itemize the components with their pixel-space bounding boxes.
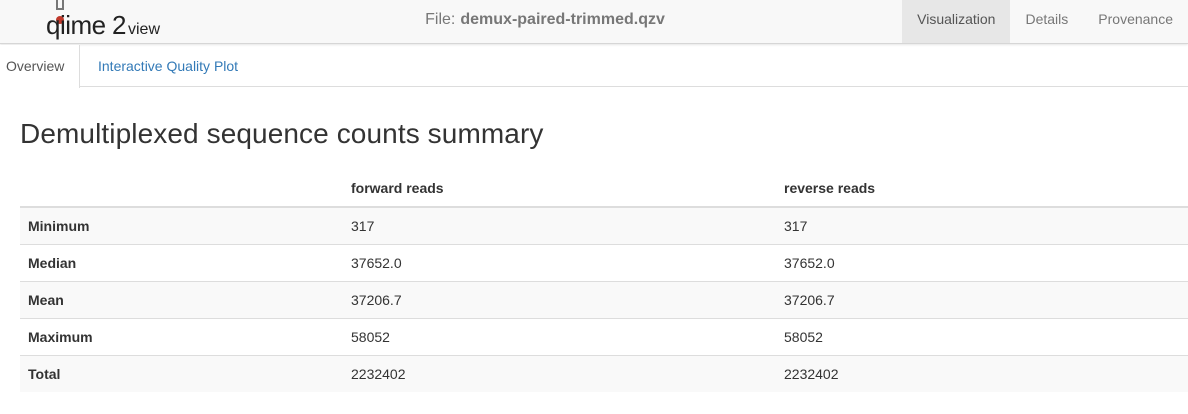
table-row: Median 37652.0 37652.0 [20,243,1188,281]
cell-forward-total: 2232402 [343,354,776,392]
cell-forward-mean: 37206.7 [343,280,776,318]
file-name: demux-paired-trimmed.qzv [460,11,665,28]
cell-forward-minimum: 317 [343,206,776,244]
sequence-counts-table: forward reads reverse reads Minimum 317 … [20,170,1188,392]
cell-reverse-maximum: 58052 [776,317,1188,355]
cell-reverse-median: 37652.0 [776,243,1188,281]
top-navbar: qiime 2 view qiime2view File:demux-paire… [0,0,1188,44]
row-label-median: Median [20,243,343,281]
table-row: Mean 37206.7 37206.7 [20,280,1188,318]
row-label-minimum: Minimum [20,206,343,244]
cell-reverse-mean: 37206.7 [776,280,1188,318]
content-tabs: Overview Interactive Quality Plot [0,45,1188,88]
cell-reverse-minimum: 317 [776,206,1188,244]
table-header-row: forward reads reverse reads [20,170,1188,208]
row-label-total: Total [20,354,343,392]
table-row: Total 2232402 2232402 [20,354,1188,392]
column-header-forward-reads: forward reads [343,170,776,208]
tab-overview[interactable]: Overview [0,45,80,88]
row-label-maximum: Maximum [20,317,343,355]
column-header-stat [20,170,343,208]
column-header-reverse-reads: reverse reads [776,170,1188,208]
cell-reverse-total: 2232402 [776,354,1188,392]
row-label-mean: Mean [20,280,343,318]
table-row: Minimum 317 317 [20,206,1188,244]
file-label: File: [425,11,456,28]
view-tabs: Visualization Details Provenance [902,0,1188,43]
tab-provenance[interactable]: Provenance [1083,0,1188,43]
cell-forward-maximum: 58052 [343,317,776,355]
tab-interactive-quality-plot[interactable]: Interactive Quality Plot [98,45,238,88]
table-row: Maximum 58052 58052 [20,317,1188,355]
cell-forward-median: 37652.0 [343,243,776,281]
tab-details[interactable]: Details [1010,0,1083,43]
page-title: Demultiplexed sequence counts summary [20,118,544,149]
tab-visualization[interactable]: Visualization [902,0,1011,43]
